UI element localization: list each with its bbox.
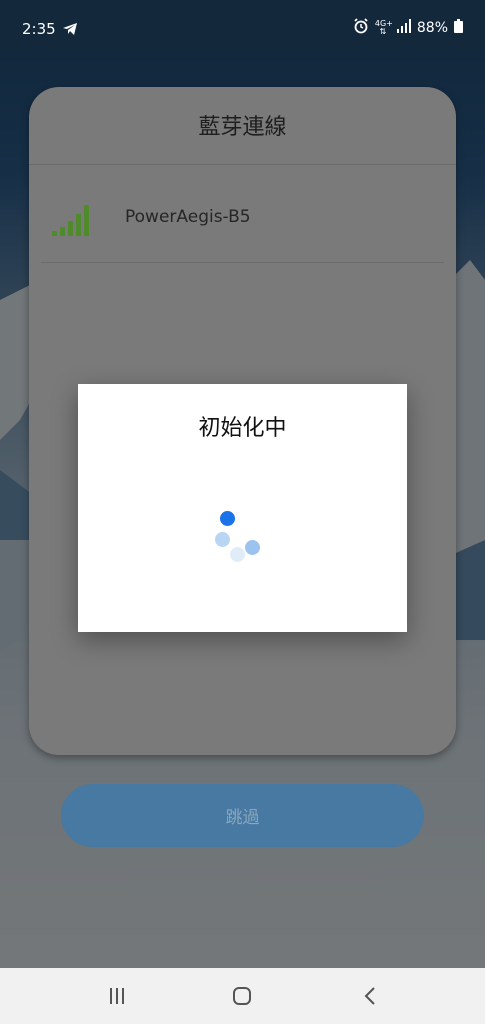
spinner-dot (220, 511, 235, 526)
spinner-dot (230, 547, 245, 562)
device-list-item[interactable]: PowerAegis-B5 (41, 187, 444, 262)
network-type-label: 4G+ (374, 19, 393, 28)
navigation-bar (0, 968, 485, 1024)
spinner-dot (245, 540, 260, 555)
device-name: PowerAegis-B5 (125, 207, 251, 227)
status-time: 2:35 (22, 20, 56, 38)
divider (29, 164, 456, 165)
recent-apps-icon[interactable] (103, 984, 131, 1008)
loading-dialog: 初始化中 (78, 384, 407, 632)
skip-button[interactable]: 跳過 (61, 784, 424, 847)
back-icon[interactable] (356, 984, 384, 1008)
telegram-icon (62, 21, 78, 40)
battery-percent: 88% (416, 20, 448, 36)
spinner-dot (215, 532, 230, 547)
status-icons: 4G+ ⇅ 88% (353, 18, 463, 38)
status-bar: 2:35 4G+ ⇅ 88% (0, 0, 485, 50)
loading-spinner-icon (208, 506, 268, 566)
signal-icon (396, 19, 411, 37)
alarm-icon (353, 18, 369, 38)
battery-icon (454, 19, 463, 37)
signal-strength-icon (52, 203, 90, 241)
home-icon[interactable] (228, 984, 256, 1008)
card-title: 藍芽連線 (198, 115, 287, 140)
divider (41, 262, 444, 263)
network-4g-icon: 4G+ ⇅ (374, 19, 393, 36)
dialog-title: 初始化中 (198, 416, 287, 441)
